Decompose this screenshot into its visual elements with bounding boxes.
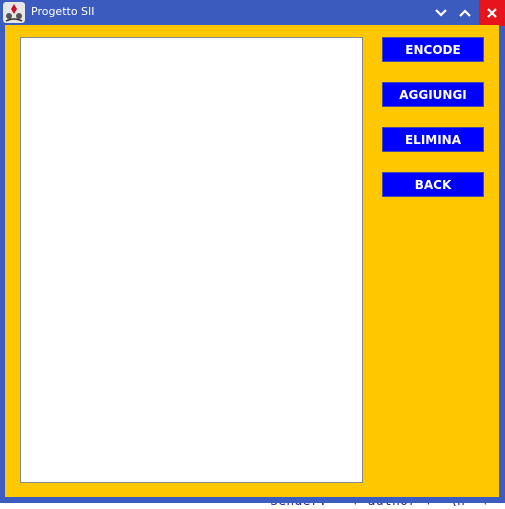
back-button[interactable]: BACK	[382, 172, 484, 197]
chevron-up-icon	[459, 9, 471, 17]
maximize-button[interactable]	[454, 2, 476, 24]
encode-button[interactable]: ENCODE	[382, 37, 484, 62]
aggiungi-button[interactable]: AGGIUNGI	[382, 82, 484, 107]
app-window: Progetto SII ENCODE AGGIUNGI ELIMINA BAC…	[0, 0, 505, 503]
main-panel: ENCODE AGGIUNGI ELIMINA BACK	[5, 25, 499, 497]
window-title: Progetto SII	[31, 5, 95, 18]
item-list[interactable]	[20, 37, 363, 483]
minimize-button[interactable]	[430, 2, 452, 24]
title-bar[interactable]: Progetto SII	[0, 0, 505, 26]
java-app-icon	[3, 2, 25, 23]
close-icon	[487, 8, 497, 18]
close-button[interactable]	[479, 0, 505, 26]
elimina-button[interactable]: ELIMINA	[382, 127, 484, 152]
chevron-down-icon	[435, 9, 447, 17]
